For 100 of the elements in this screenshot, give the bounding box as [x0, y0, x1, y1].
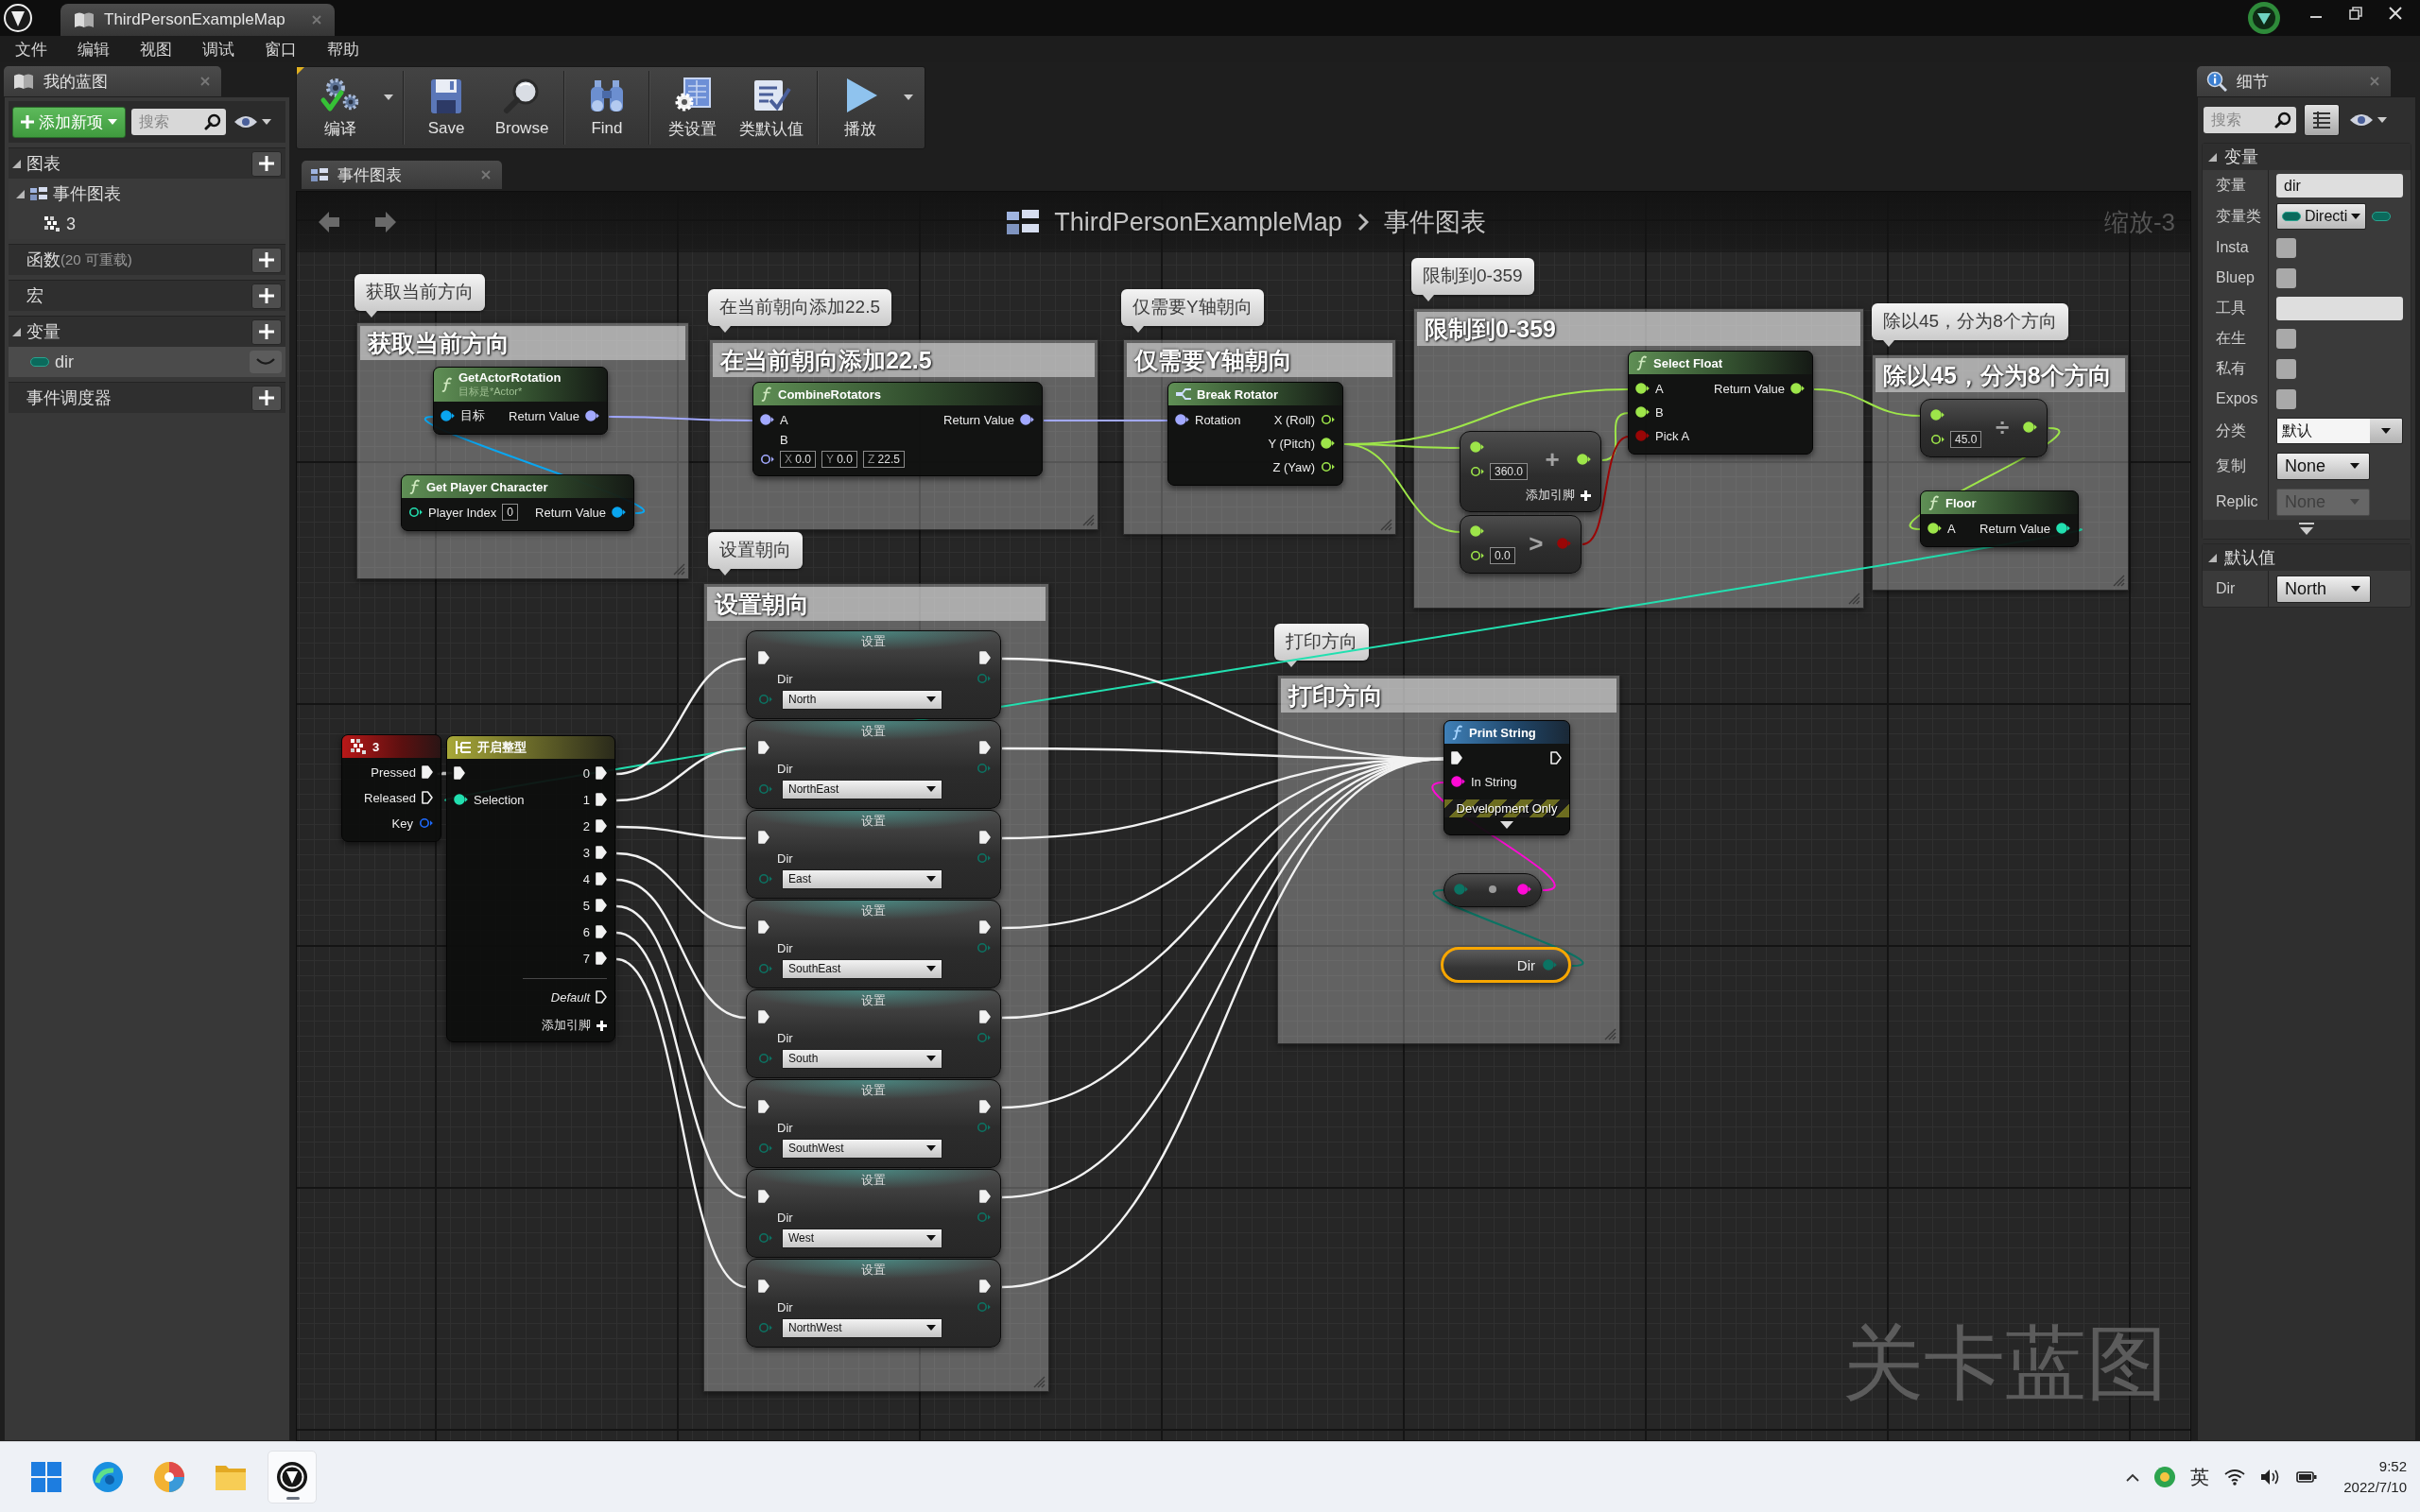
value-field[interactable]: 45.0 [1950, 431, 1982, 448]
exec-pin-icon[interactable] [979, 741, 991, 754]
search-field[interactable]: 搜索 [2204, 107, 2296, 133]
data-pin-icon[interactable] [1635, 406, 1650, 418]
exec-pin-icon[interactable] [596, 925, 607, 938]
breadcrumb-link[interactable]: 事件图表 [1383, 205, 1486, 239]
panel-tab[interactable]: 我的蓝图 [4, 66, 221, 96]
toolbar-button[interactable]: 类设置 [654, 67, 730, 148]
text-field[interactable] [2276, 296, 2403, 320]
add-button[interactable] [251, 247, 282, 273]
exec-pin-icon[interactable] [596, 793, 607, 806]
exec-pin-icon[interactable] [979, 1190, 991, 1203]
closed-eye-icon[interactable] [250, 351, 282, 373]
expanded-triangle-icon[interactable] [16, 189, 25, 198]
data-pin-icon[interactable] [1321, 414, 1335, 425]
enum-dropdown[interactable]: West [782, 1228, 942, 1248]
blueprint-node[interactable]: 360.0 + 添加引脚 [1460, 431, 1601, 512]
resize-grip-icon[interactable] [1847, 592, 1860, 605]
expanded-triangle-icon[interactable] [12, 327, 21, 336]
blueprint-node[interactable]: 3 Pressed Released Key [341, 734, 441, 842]
data-pin-icon[interactable] [1321, 438, 1335, 449]
enum-dropdown[interactable]: East [782, 868, 942, 889]
blueprint-node[interactable]: 45.0 ÷ [1920, 399, 2048, 457]
expanded-triangle-icon[interactable] [2208, 553, 2217, 562]
data-pin-icon[interactable] [1930, 434, 1945, 445]
blueprint-node[interactable]: 设置 Dir NorthWest [746, 1259, 1001, 1348]
toolbar-button[interactable]: 播放 [822, 67, 898, 148]
resize-grip-icon[interactable] [672, 562, 685, 576]
checkbox[interactable] [2276, 328, 2296, 349]
section-header[interactable]: 宏 [9, 280, 285, 311]
blueprint-node[interactable]: 设置 Dir NorthEast [746, 720, 1001, 809]
data-pin-icon[interactable] [2056, 523, 2070, 534]
exec-pin-icon[interactable] [1451, 751, 1462, 765]
data-pin-icon[interactable] [1635, 383, 1650, 394]
toolbar-button[interactable]: 类默认值 [730, 67, 813, 148]
add-pin-button[interactable]: 添加引脚 [1526, 487, 1600, 509]
toolbar-button[interactable]: 编译 [302, 67, 378, 148]
data-pin-icon[interactable] [1470, 441, 1484, 453]
blueprint-node[interactable]: 设置 Dir West [746, 1169, 1001, 1258]
battery-icon[interactable] [2296, 1469, 2318, 1486]
checkbox[interactable] [2276, 267, 2296, 288]
section-header[interactable]: 图表 [9, 147, 285, 179]
exec-pin-icon[interactable] [596, 846, 607, 859]
status-icon[interactable] [2248, 2, 2280, 34]
wifi-icon[interactable] [2224, 1469, 2246, 1486]
blueprint-node[interactable]: 开启整型 0 Selection 1 2 3 4 5 6 7 Default 添加引脚 [446, 735, 615, 1042]
chevron-up-icon[interactable] [2126, 1472, 2140, 1482]
exec-pin-icon[interactable] [979, 1100, 991, 1113]
data-pin-icon[interactable] [760, 454, 774, 465]
tray-app-icon[interactable] [2154, 1467, 2176, 1487]
blueprint-node[interactable]: Get Player Character Player Index 0 Return Value [401, 474, 634, 531]
exec-pin-icon[interactable] [758, 1190, 769, 1203]
data-pin-icon[interactable] [1790, 383, 1805, 394]
section-header[interactable]: 变量 [9, 316, 285, 347]
exec-pin-icon[interactable] [596, 872, 607, 885]
enum-dropdown[interactable]: North [782, 689, 942, 710]
exec-pin-icon[interactable] [758, 920, 769, 934]
menu-item[interactable]: 文件 [0, 36, 62, 62]
value-field[interactable]: 0.0 [1490, 547, 1515, 564]
exec-pin-icon[interactable] [979, 831, 991, 844]
restore-icon[interactable] [2349, 7, 2362, 20]
data-pin-icon[interactable] [1470, 525, 1484, 537]
enum-dropdown[interactable]: South [782, 1048, 942, 1069]
data-pin-icon[interactable] [1175, 414, 1189, 425]
blueprint-node[interactable]: 0.0 > [1460, 515, 1582, 574]
input-method-button[interactable]: 英 [2190, 1464, 2210, 1490]
document-tab[interactable]: ThirdPersonExampleMap [60, 4, 335, 36]
checkbox[interactable] [2276, 358, 2296, 379]
breadcrumb-link[interactable]: ThirdPersonExampleMap [1054, 207, 1342, 237]
exec-pin-icon[interactable] [596, 952, 607, 965]
menu-item[interactable]: 窗口 [250, 36, 312, 62]
exec-pin-icon[interactable] [421, 791, 433, 804]
data-pin-icon[interactable] [1470, 466, 1484, 477]
back-arrow-icon[interactable] [318, 211, 340, 233]
exec-pin-icon[interactable] [758, 1280, 769, 1293]
menu-item[interactable]: 视图 [125, 36, 187, 62]
blueprint-node[interactable]: 设置 Dir North [746, 630, 1001, 719]
enum-dropdown[interactable]: NorthWest [782, 1317, 942, 1338]
blueprint-node[interactable]: 设置 Dir South [746, 989, 1001, 1078]
data-pin-icon[interactable] [1020, 414, 1034, 425]
blueprint-node[interactable]: GetActorRotation 目标是*Actor* 目标 Return Value [433, 367, 608, 435]
exec-pin-icon[interactable] [758, 1100, 769, 1113]
blueprint-node[interactable]: Select Float A Return Value B Pick A [1628, 351, 1813, 455]
data-pin-icon[interactable] [1577, 454, 1591, 465]
section-header[interactable]: 函数(20 可重载) [9, 244, 285, 275]
exec-pin-icon[interactable] [979, 1010, 991, 1023]
exec-pin-icon[interactable] [421, 765, 433, 779]
data-pin-icon[interactable] [585, 410, 599, 421]
vector-field[interactable]: Y 0.0 [821, 451, 857, 468]
section-header[interactable]: 事件调度器 [9, 382, 285, 413]
exec-pin-icon[interactable] [758, 651, 769, 664]
resize-grip-icon[interactable] [2112, 574, 2125, 587]
exec-pin-icon[interactable] [596, 766, 607, 780]
add-pin-button[interactable]: 添加引脚 [542, 1013, 607, 1034]
data-pin-icon[interactable] [612, 507, 626, 518]
data-pin-icon[interactable] [2023, 421, 2037, 433]
data-pin-icon[interactable] [441, 410, 455, 421]
section-header[interactable]: 默认值 [2203, 544, 2411, 571]
engine-logo-icon[interactable] [4, 4, 32, 32]
exec-pin-icon[interactable] [979, 651, 991, 664]
